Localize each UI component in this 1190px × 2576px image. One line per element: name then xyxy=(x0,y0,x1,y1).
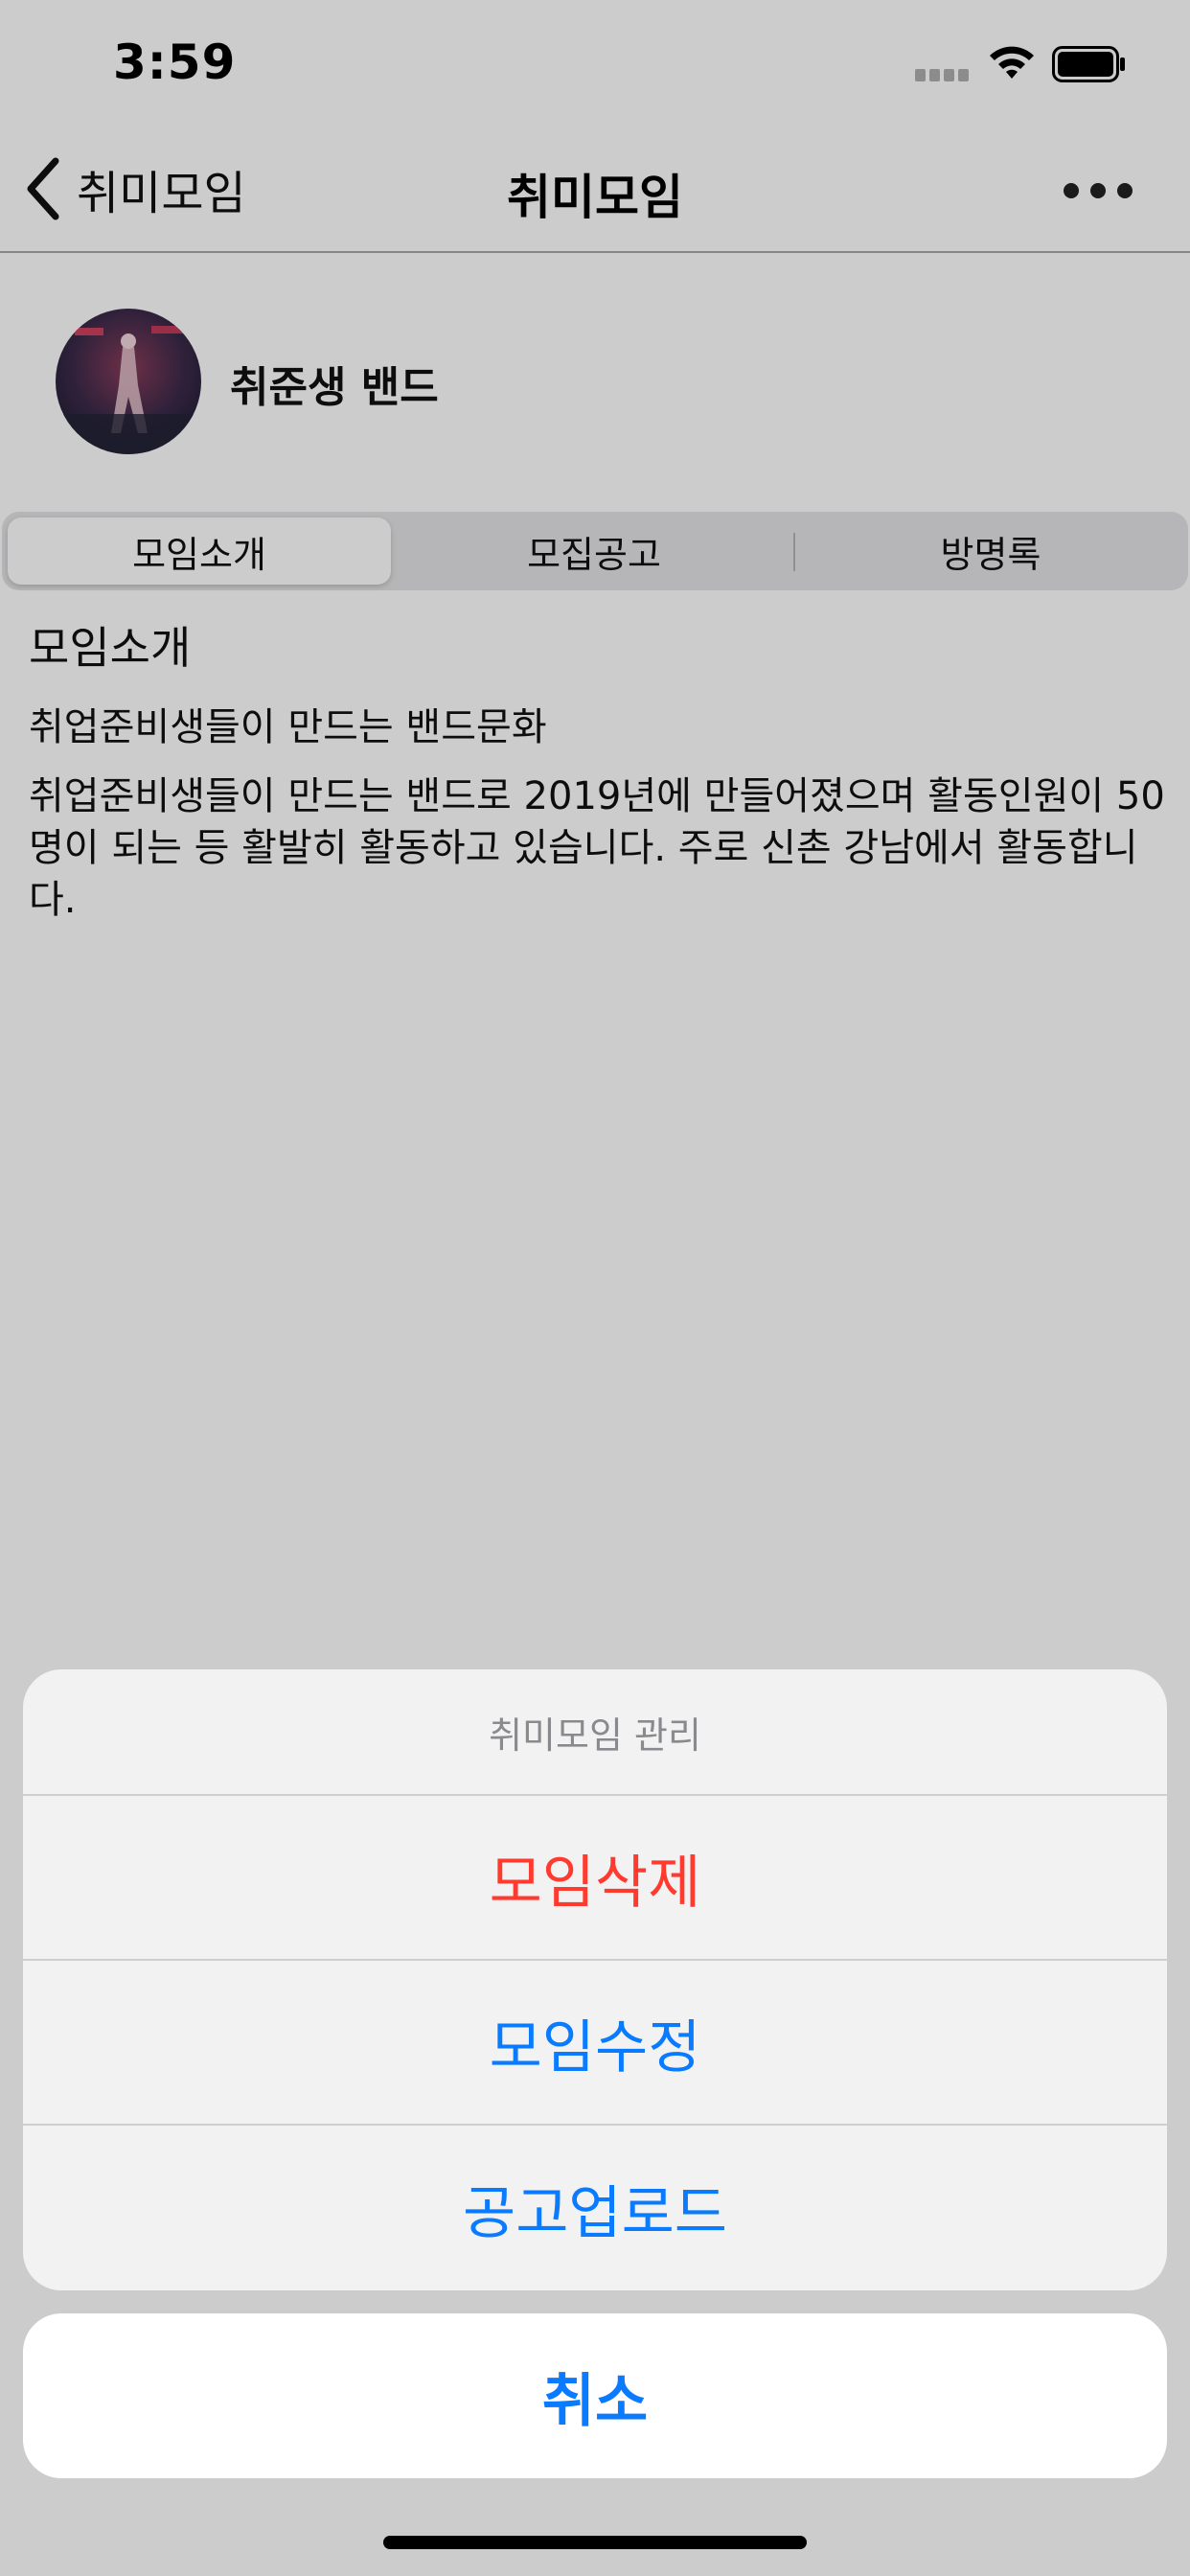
home-indicator xyxy=(383,2536,807,2549)
cancel-button[interactable]: 취소 xyxy=(23,2313,1167,2478)
action-sheet: 취미모임 관리 모임삭제 모임수정 공고업로드 xyxy=(23,1669,1167,2290)
action-sheet-title: 취미모임 관리 xyxy=(23,1669,1167,1796)
delete-group-button[interactable]: 모임삭제 xyxy=(23,1796,1167,1961)
edit-group-button[interactable]: 모임수정 xyxy=(23,1961,1167,2126)
upload-notice-button[interactable]: 공고업로드 xyxy=(23,2126,1167,2290)
screen: 3:59 취미모임 취미모임 취준생 밴드 모임소개 모집공고 방명록 모임소개… xyxy=(0,0,1190,2576)
